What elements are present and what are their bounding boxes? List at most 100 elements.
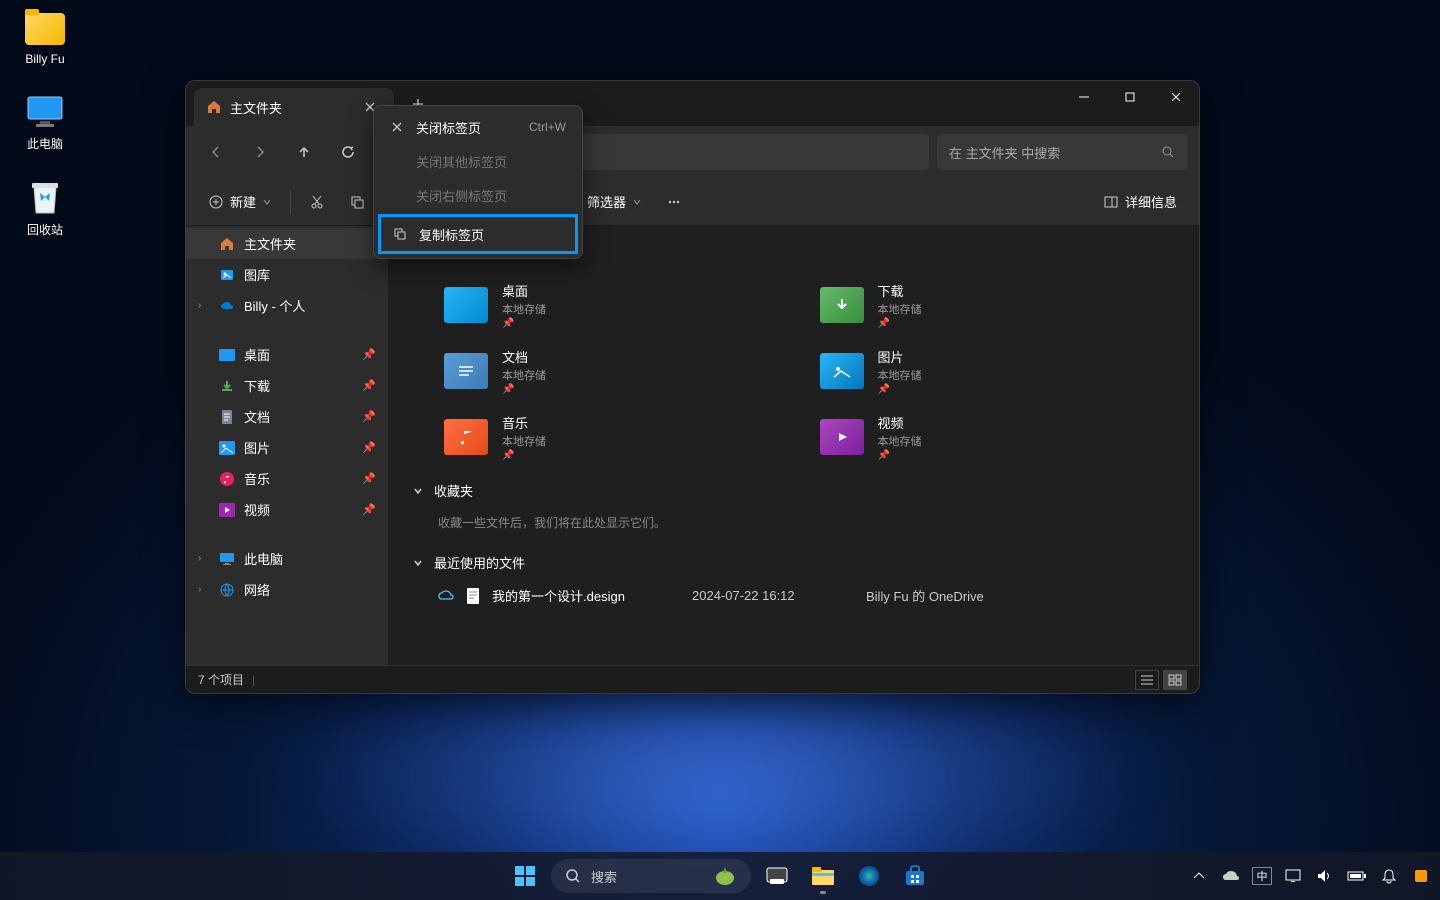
taskbar-app-store[interactable] [895,856,935,896]
tab-title: 主文件夹 [230,98,282,117]
back-button[interactable] [198,134,234,170]
refresh-button[interactable] [330,134,366,170]
sidebar-item-downloads[interactable]: 下载 📌 [186,370,388,401]
qa-item-desktop[interactable]: 桌面本地存储📌 [438,275,774,335]
home-icon [206,99,222,115]
sidebar-item-label: 文档 [244,407,270,426]
search-box[interactable]: 在 主文件夹 中搜索 [937,134,1187,170]
ellipsis-icon [666,194,682,210]
qa-item-music[interactable]: 音乐本地存储📌 [438,407,774,467]
icons-view-button[interactable] [1163,670,1187,690]
document-icon [218,408,236,426]
taskbar-center: 搜索 [505,856,935,896]
desktop-icon [218,346,236,364]
sidebar-item-pictures[interactable]: 图片 📌 [186,432,388,463]
tray-onedrive-icon[interactable] [1220,865,1242,887]
sidebar-item-music[interactable]: 音乐 📌 [186,463,388,494]
videos-icon [218,501,236,519]
qa-item-videos[interactable]: 视频本地存储📌 [814,407,1150,467]
file-explorer-window: 主文件夹 在 主文件夹 中搜索 新建 [185,80,1200,694]
pictures-icon [218,439,236,457]
titlebar[interactable]: 主文件夹 [186,81,1199,126]
task-view-button[interactable] [757,856,797,896]
minimize-button[interactable] [1061,81,1107,113]
desktop-icon-label: Billy Fu [25,52,64,66]
tab-home[interactable]: 主文件夹 [194,88,394,126]
taskbar-search[interactable]: 搜索 [551,859,751,893]
status-bar: 7 个项目 | [186,665,1199,693]
section-favorites[interactable]: 收藏夹 [408,473,1179,508]
new-button[interactable]: 新建 [198,184,282,220]
up-button[interactable] [286,134,322,170]
sidebar-item-label: 图片 [244,438,270,457]
copy-button[interactable] [339,184,375,220]
pin-icon: 📌 [362,441,376,454]
more-button[interactable] [656,184,692,220]
file-location: Billy Fu 的 OneDrive [866,586,984,605]
pin-icon: 📌 [878,384,922,395]
taskbar-app-explorer[interactable] [803,856,843,896]
sidebar-item-this-pc[interactable]: › 此电脑 [186,543,388,574]
details-pane-button[interactable]: 详细信息 [1093,184,1187,220]
tray-notification-icon[interactable] [1378,865,1400,887]
qa-item-downloads[interactable]: 下载本地存储📌 [814,275,1150,335]
details-view-button[interactable] [1135,670,1159,690]
qa-item-documents[interactable]: 文档本地存储📌 [438,341,774,401]
chevron-right-icon: › [198,300,210,311]
spacer [186,525,388,543]
sidebar-item-label: 图库 [244,265,270,284]
start-button[interactable] [505,856,545,896]
recent-file-row[interactable]: 我的第一个设计.design 2024-07-22 16:12 Billy Fu… [408,580,1179,611]
documents-folder-icon [444,353,488,389]
pin-icon: 📌 [362,503,376,516]
sidebar-item-personal[interactable]: › Billy - 个人 [186,290,388,321]
pin-icon: 📌 [502,384,546,395]
content-area: 快速访问 桌面本地存储📌 下载本地存储📌 文档本地存储📌 图片本地存储� [388,226,1199,665]
separator [290,190,291,214]
section-title: 最近使用的文件 [434,553,525,572]
sidebar-item-home[interactable]: 主文件夹 [186,228,388,259]
onedrive-icon [218,297,236,315]
sidebar-item-desktop[interactable]: 桌面 📌 [186,339,388,370]
sidebar-item-label: 音乐 [244,469,270,488]
recycle-bin-icon [25,178,65,218]
chevron-down-icon [412,557,424,569]
file-name: 我的第一个设计.design [492,586,625,605]
forward-button[interactable] [242,134,278,170]
home-icon [218,235,236,253]
search-icon [565,868,581,884]
cut-button[interactable] [299,184,335,220]
monitor-icon [218,550,236,568]
search-label: 搜索 [591,867,617,886]
tray-volume-icon[interactable] [1314,865,1336,887]
item-count: 7 个项目 [198,671,244,688]
sidebar-item-documents[interactable]: 文档 📌 [186,401,388,432]
tray-extra-icon[interactable] [1410,865,1432,887]
ctx-duplicate-tab[interactable]: 复制标签页 [381,217,575,251]
sidebar-item-label: 下载 [244,376,270,395]
close-button[interactable] [1153,81,1199,113]
sidebar-item-label: Billy - 个人 [244,296,305,315]
tray-ime-icon[interactable]: 中 [1252,867,1272,885]
desktop-icon-user-folder[interactable]: Billy Fu [10,5,80,70]
music-icon [218,470,236,488]
desktop-icon-this-pc[interactable]: 此电脑 [10,88,80,156]
desktop-icon-recycle-bin[interactable]: 回收站 [10,174,80,242]
sidebar-item-gallery[interactable]: 图库 [186,259,388,290]
section-recent[interactable]: 最近使用的文件 [408,545,1179,580]
sidebar-item-network[interactable]: › 网络 [186,574,388,605]
tray-network-icon[interactable] [1282,865,1304,887]
maximize-button[interactable] [1107,81,1153,113]
tray-battery-icon[interactable] [1346,865,1368,887]
ctx-close-tab[interactable]: 关闭标签页 Ctrl+W [378,110,578,144]
sidebar-item-videos[interactable]: 视频 📌 [186,494,388,525]
cloud-icon [438,590,454,602]
tray-chevron-up-icon[interactable] [1188,865,1210,887]
taskbar-app-edge[interactable] [849,856,889,896]
download-icon [218,377,236,395]
plus-circle-icon [208,194,224,210]
qa-item-pictures[interactable]: 图片本地存储📌 [814,341,1150,401]
desktop-folder-icon [444,287,488,323]
pin-icon: 📌 [362,410,376,423]
chevron-right-icon: › [198,584,210,595]
